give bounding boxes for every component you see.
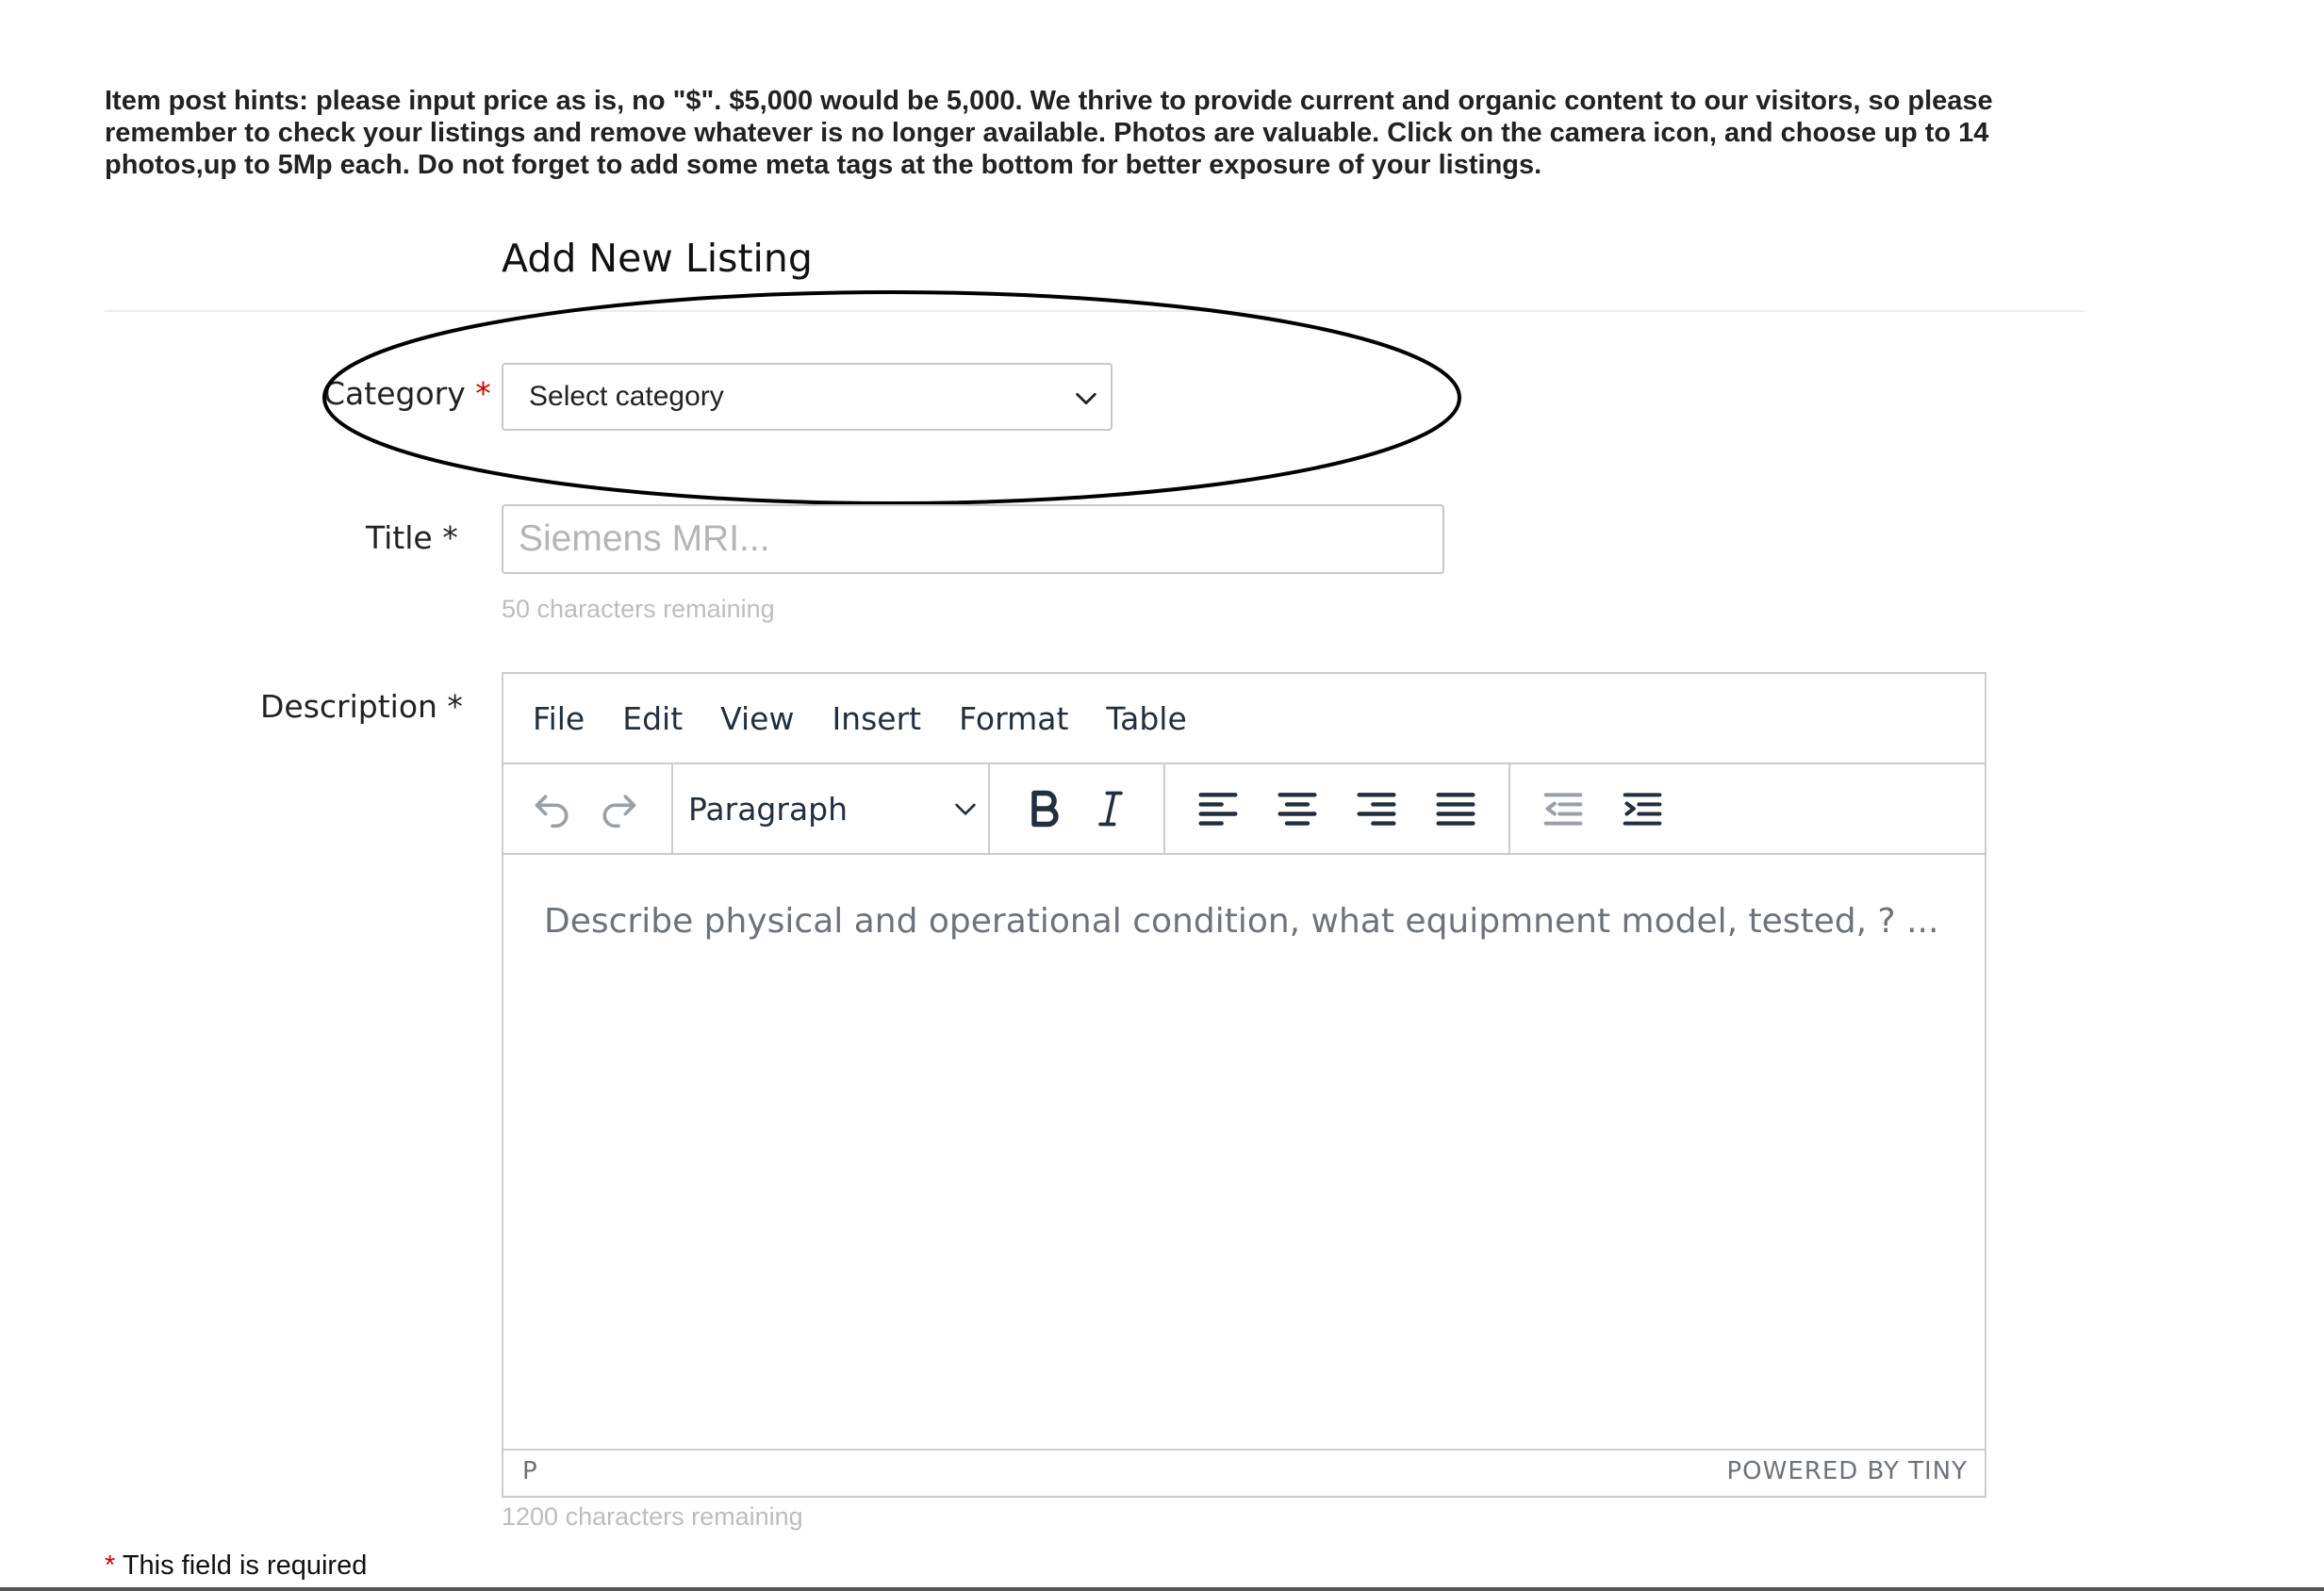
block-format-group: Paragraph	[673, 764, 990, 853]
align-justify-icon	[1436, 793, 1475, 826]
bold-button[interactable]	[1018, 782, 1071, 835]
history-group	[503, 764, 673, 853]
menu-table[interactable]: Table	[1106, 700, 1186, 737]
outdent-icon	[1543, 793, 1583, 826]
align-center-button[interactable]	[1271, 782, 1324, 835]
tiny-branding-link[interactable]: POWERED BY TINY	[1727, 1457, 1969, 1485]
menu-edit[interactable]: Edit	[622, 700, 683, 737]
align-justify-button[interactable]	[1429, 782, 1482, 835]
chevron-down-icon	[955, 803, 976, 815]
outdent-button[interactable]	[1537, 782, 1590, 835]
align-left-icon	[1198, 793, 1238, 826]
page-title: Add New Listing	[502, 236, 813, 281]
menu-insert[interactable]: Insert	[832, 700, 921, 737]
post-hints: Item post hints: please input price as i…	[105, 86, 1993, 180]
title-label: Title *	[366, 519, 458, 556]
title-input[interactable]	[502, 504, 1444, 574]
editor-toolbar: Paragraph	[503, 764, 1985, 855]
italic-button[interactable]	[1084, 782, 1137, 835]
text-style-group	[990, 764, 1165, 853]
editor-statusbar: P POWERED BY TINY	[503, 1449, 1985, 1492]
required-field-note: * This field is required	[105, 1550, 367, 1582]
editor-content-area[interactable]: Describe physical and operational condit…	[503, 855, 1985, 1449]
required-asterisk: *	[475, 375, 491, 412]
undo-button[interactable]	[526, 782, 579, 835]
alignment-group	[1165, 764, 1510, 853]
indent-group	[1510, 764, 1695, 853]
rich-text-editor: File Edit View Insert Format Table Parag…	[502, 672, 1986, 1498]
italic-icon	[1098, 791, 1123, 827]
description-label: Description *	[260, 688, 463, 725]
menu-view[interactable]: View	[720, 700, 794, 737]
required-asterisk: *	[105, 1550, 116, 1581]
align-right-button[interactable]	[1350, 782, 1403, 835]
category-label-text: Category	[323, 375, 466, 412]
indent-button[interactable]	[1616, 782, 1669, 835]
element-path[interactable]: P	[522, 1457, 537, 1485]
indent-icon	[1623, 793, 1662, 826]
bottom-border	[0, 1587, 2324, 1591]
header-divider	[105, 310, 2085, 312]
redo-icon	[602, 795, 636, 828]
category-label: Category *	[323, 375, 491, 412]
chevron-down-icon	[1076, 392, 1096, 405]
description-char-counter: 1200 characters remaining	[502, 1502, 803, 1531]
menu-format[interactable]: Format	[959, 700, 1068, 737]
title-char-counter: 50 characters remaining	[502, 595, 775, 623]
required-note-text: This field is required	[122, 1550, 368, 1581]
align-center-icon	[1277, 793, 1317, 826]
category-select-value: Select category	[529, 381, 724, 412]
editor-menubar: File Edit View Insert Format Table	[503, 674, 1985, 764]
category-select[interactable]: Select category	[502, 363, 1113, 431]
block-format-select[interactable]: Paragraph	[673, 791, 988, 828]
redo-button[interactable]	[592, 782, 645, 835]
undo-icon	[535, 795, 569, 828]
block-format-value: Paragraph	[688, 790, 849, 828]
align-left-button[interactable]	[1192, 782, 1244, 835]
editor-placeholder: Describe physical and operational condit…	[544, 902, 1939, 941]
menu-file[interactable]: File	[533, 700, 585, 737]
align-right-icon	[1357, 793, 1396, 826]
bold-icon	[1031, 790, 1059, 828]
